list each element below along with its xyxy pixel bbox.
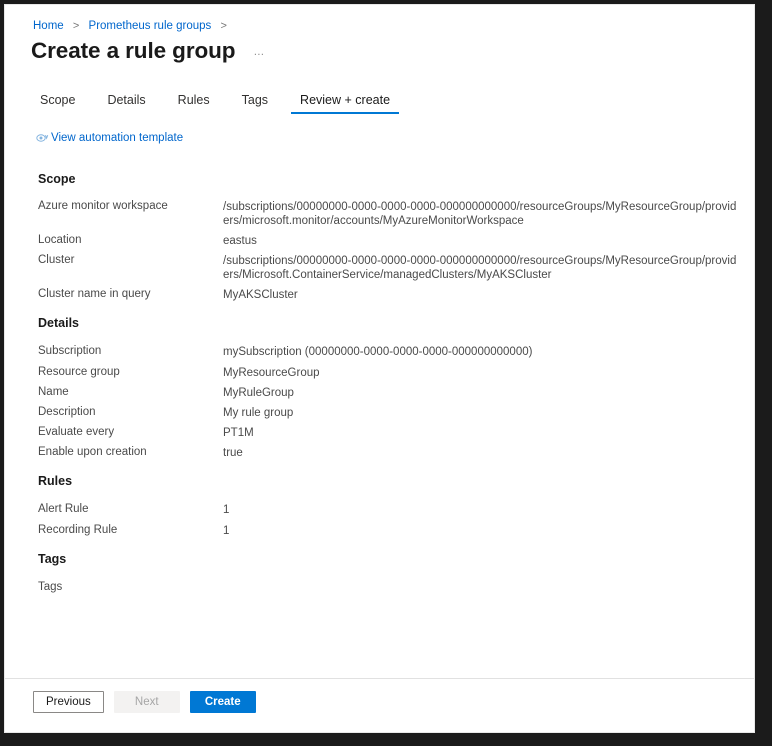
eye-icon [36, 133, 49, 144]
row-value: PT1M [223, 427, 254, 439]
browser-window-frame: Home > Prometheus rule groups > Create a… [0, 0, 772, 746]
tab-details-label: Details [107, 93, 146, 107]
next-button-label: Next [134, 696, 159, 708]
previous-button-label: Previous [46, 696, 91, 708]
tab-scope-label: Scope [40, 93, 76, 107]
tab-tags-label: Tags [241, 93, 269, 107]
tab-review-create-label: Review + create [300, 93, 391, 107]
row-label: Location [38, 234, 82, 246]
breadcrumb-separator-icon: > [220, 20, 227, 32]
row-label: Tags [38, 581, 63, 593]
breadcrumb-item-home[interactable]: Home [33, 20, 64, 32]
tab-details[interactable]: Details [98, 93, 154, 114]
row-value: My rule group [223, 407, 294, 419]
row-label: Description [38, 406, 96, 418]
row-label: Recording Rule [38, 524, 118, 536]
row-value: MyAKSCluster [223, 289, 298, 301]
page-title: Create a rule group [31, 38, 236, 63]
breadcrumb-separator-icon: > [72, 20, 80, 32]
row-value: MyResourceGroup [223, 367, 320, 379]
row-label: Subscription [38, 345, 102, 357]
view-automation-template-link[interactable]: View automation template [36, 131, 183, 146]
row-value: /subscriptions/00000000-0000-0000-0000-0… [223, 255, 737, 281]
section-heading-details: Details [38, 316, 79, 330]
create-button-label: Create [204, 696, 241, 708]
page-title-row: Create a rule group … [31, 37, 265, 65]
footer-divider [5, 678, 754, 679]
more-options-icon[interactable]: … [253, 46, 265, 58]
previous-button[interactable]: Previous [33, 691, 104, 713]
row-value: eastus [223, 235, 257, 247]
row-label: Cluster name in query [38, 288, 151, 300]
row-label: Azure monitor workspace [38, 200, 168, 212]
row-label: Enable upon creation [38, 446, 147, 458]
row-label: Cluster [38, 254, 75, 266]
wizard-footer: Previous Next Create [33, 691, 266, 713]
row-label: Alert Rule [38, 503, 89, 515]
breadcrumb: Home > Prometheus rule groups > [33, 19, 233, 33]
section-heading-scope: Scope [38, 172, 76, 186]
breadcrumb-item-prometheus-rule-groups[interactable]: Prometheus rule groups [89, 20, 212, 32]
row-label: Resource group [38, 366, 120, 378]
wizard-tabs: Scope Details Rules Tags Review + create [31, 93, 400, 114]
row-value: true [223, 447, 243, 459]
create-button[interactable]: Create [189, 691, 256, 713]
row-value: 1 [223, 525, 230, 537]
row-value: MyRuleGroup [223, 387, 294, 399]
next-button: Next [113, 691, 180, 713]
row-label: Name [38, 386, 69, 398]
view-automation-template-label: View automation template [51, 132, 184, 144]
row-value: mySubscription (00000000-0000-0000-0000-… [223, 346, 533, 358]
create-rule-group-blade: Home > Prometheus rule groups > Create a… [5, 5, 754, 732]
row-value: /subscriptions/00000000-0000-0000-0000-0… [223, 201, 737, 227]
tab-scope[interactable]: Scope [31, 93, 84, 114]
tab-review-create[interactable]: Review + create [291, 93, 400, 114]
tab-rules[interactable]: Rules [169, 93, 219, 114]
row-value: 1 [223, 504, 230, 516]
section-heading-rules: Rules [38, 474, 73, 488]
section-heading-tags: Tags [38, 552, 67, 566]
tab-rules-label: Rules [177, 93, 210, 107]
tab-tags[interactable]: Tags [233, 93, 277, 114]
row-label: Evaluate every [38, 426, 115, 438]
